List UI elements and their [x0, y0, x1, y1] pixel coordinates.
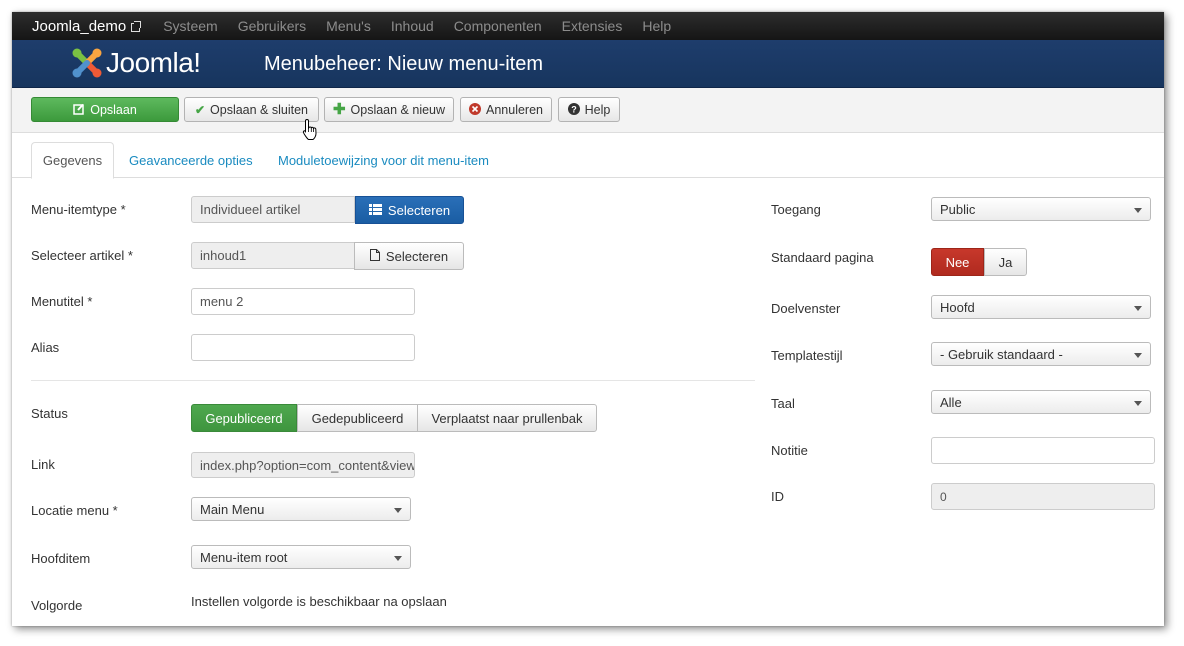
- note-label: Notitie: [771, 443, 808, 458]
- status-published-button[interactable]: Gepubliceerd: [191, 404, 297, 432]
- tab-geavanceerde-opties[interactable]: Geavanceerde opties: [117, 142, 265, 179]
- link-field: index.php?option=com_content&view=articl…: [191, 452, 415, 478]
- parent-item-value: Menu-item root: [200, 549, 288, 565]
- section-divider: [31, 380, 755, 381]
- ordering-note: Instellen volgorde is beschikbaar na ops…: [191, 594, 447, 609]
- parent-item-select[interactable]: Menu-item root: [191, 545, 411, 569]
- select-label: Selecteren: [387, 202, 451, 218]
- ordering-label: Volgorde: [31, 598, 83, 613]
- language-select[interactable]: Alle: [931, 390, 1151, 414]
- site-name: Joomla_demo: [32, 17, 127, 35]
- chevron-down-icon: [1134, 401, 1142, 406]
- template-style-select[interactable]: - Gebruik standaard -: [931, 342, 1151, 366]
- alias-label: Alias: [31, 340, 60, 355]
- save-new-label: Opslaan & nieuw: [350, 102, 446, 117]
- menu-title-input[interactable]: menu 2: [191, 288, 415, 315]
- status-label: Status: [31, 406, 68, 421]
- select-article-button[interactable]: Selecteren: [354, 242, 464, 270]
- menu-location-label: Locatie menu *: [31, 503, 118, 518]
- chevron-down-icon: [394, 556, 402, 561]
- page-title: Menubeheer: Nieuw menu-item: [264, 53, 544, 75]
- menu-item-type-field: Individueel artikel: [191, 196, 355, 223]
- save-close-button[interactable]: ✔ Opslaan & sluiten: [184, 97, 319, 122]
- page-header: Joomla! Menubeheer: Nieuw menu-item: [12, 40, 1164, 88]
- top-navigation: Joomla_demo Systeem Gebruikers Menu's In…: [12, 12, 1164, 40]
- site-name-link[interactable]: Joomla_demo: [12, 18, 163, 35]
- default-page-no-button[interactable]: Nee: [931, 248, 984, 276]
- joomla-logo: Joomla!: [70, 46, 201, 80]
- select-article-label: Selecteer artikel *: [31, 248, 133, 263]
- browser-window: Joomla_demo Systeem Gebruikers Menu's In…: [12, 12, 1164, 626]
- tab-moduletoewijzing[interactable]: Moduletoewijzing voor dit menu-item: [266, 142, 501, 179]
- nav-item-inhoud[interactable]: Inhoud: [391, 18, 434, 34]
- svg-text:?: ?: [571, 104, 577, 114]
- help-label: Help: [584, 102, 611, 117]
- template-style-label: Templatestijl: [771, 348, 843, 363]
- nav-item-extensies[interactable]: Extensies: [562, 18, 623, 34]
- cancel-icon: [469, 102, 481, 117]
- joomla-logo-icon: [72, 48, 102, 78]
- menu-item-type-label: Menu-itemtype *: [31, 202, 126, 217]
- logo-wordmark: Joomla!: [106, 47, 201, 78]
- status-trashed-button[interactable]: Verplaatst naar prullenbak: [417, 404, 597, 432]
- access-label: Toegang: [771, 202, 821, 217]
- select-article-field: inhoud1: [191, 242, 355, 269]
- target-window-select[interactable]: Hoofd: [931, 295, 1151, 319]
- default-page-label: Standaard pagina: [771, 250, 874, 265]
- cancel-label: Annuleren: [486, 102, 543, 117]
- menu-location-value: Main Menu: [200, 501, 265, 517]
- target-window-value: Hoofd: [940, 299, 975, 315]
- id-field: 0: [931, 483, 1155, 510]
- language-label: Taal: [771, 396, 795, 411]
- save-new-button[interactable]: ✚ Opslaan & nieuw: [324, 97, 454, 122]
- select-article-button-label: Selecteren: [385, 248, 449, 264]
- hand-cursor-icon: [302, 118, 317, 140]
- menu-title-label: Menutitel *: [31, 294, 93, 309]
- id-label: ID: [771, 489, 784, 504]
- template-style-value: - Gebruik standaard -: [940, 346, 1063, 362]
- external-link-icon: [131, 21, 142, 32]
- access-value: Public: [940, 201, 976, 217]
- language-value: Alle: [940, 394, 962, 410]
- note-input[interactable]: [931, 437, 1155, 464]
- alias-input[interactable]: [191, 334, 415, 361]
- select-menu-item-type-button[interactable]: Selecteren: [355, 196, 464, 224]
- menu-location-select[interactable]: Main Menu: [191, 497, 411, 521]
- nav-item-gebruikers[interactable]: Gebruikers: [238, 18, 306, 34]
- nav-item-menus[interactable]: Menu's: [326, 18, 371, 34]
- nav-item-help[interactable]: Help: [642, 18, 671, 34]
- plus-icon: ✚: [332, 101, 346, 118]
- cancel-button[interactable]: Annuleren: [460, 97, 552, 122]
- tab-bar: Gegevens Geavanceerde opties Moduletoewi…: [12, 133, 1164, 179]
- target-window-label: Doelvenster: [771, 301, 841, 316]
- toolbar: Opslaan ✔ Opslaan & sluiten ✚ Opslaan & …: [12, 88, 1164, 133]
- chevron-down-icon: [394, 508, 402, 513]
- chevron-down-icon: [1134, 306, 1142, 311]
- link-label: Link: [31, 457, 55, 472]
- list-icon: [368, 203, 382, 218]
- save-close-label: Opslaan & sluiten: [210, 102, 309, 117]
- save-label: Opslaan: [90, 102, 137, 117]
- nav-item-systeem[interactable]: Systeem: [163, 18, 217, 34]
- parent-item-label: Hoofditem: [31, 551, 91, 566]
- question-icon: ?: [567, 102, 580, 117]
- save-button[interactable]: Opslaan: [31, 97, 179, 122]
- status-unpublished-button[interactable]: Gedepubliceerd: [297, 404, 418, 432]
- access-select[interactable]: Public: [931, 197, 1151, 221]
- help-button[interactable]: ? Help: [558, 97, 620, 122]
- default-page-yes-button[interactable]: Ja: [984, 248, 1027, 276]
- nav-item-componenten[interactable]: Componenten: [454, 18, 542, 34]
- edit-icon: [73, 103, 85, 117]
- check-icon: ✔: [194, 102, 206, 117]
- chevron-down-icon: [1134, 208, 1142, 213]
- tab-gegevens[interactable]: Gegevens: [31, 142, 114, 179]
- chevron-down-icon: [1134, 353, 1142, 358]
- file-icon: [369, 248, 380, 264]
